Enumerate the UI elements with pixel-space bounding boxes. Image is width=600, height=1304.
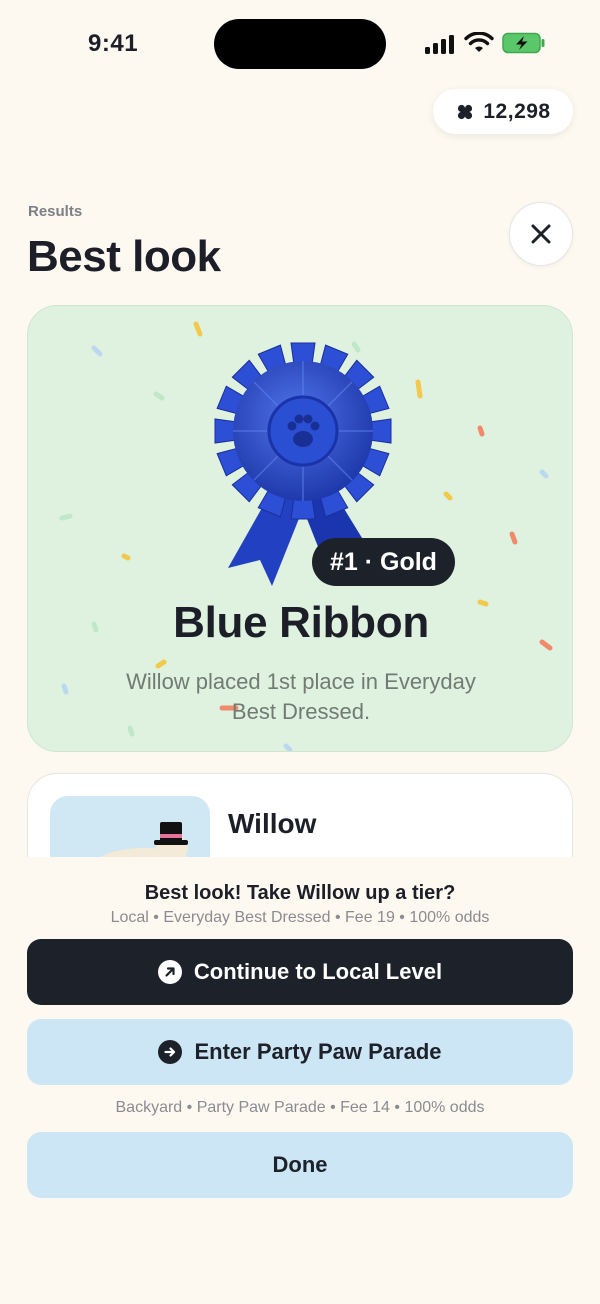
dynamic-island <box>214 19 386 69</box>
status-bar: 9:41 <box>0 0 600 90</box>
results-eyebrow: Results <box>28 203 83 220</box>
rank-badge: #1 · Gold <box>312 538 455 586</box>
done-button-label: Done <box>272 1152 328 1177</box>
pet-name: Willow <box>228 808 317 839</box>
coin-amount: 12,298 <box>483 99 551 123</box>
battery-charging-icon <box>502 32 545 54</box>
award-description: Willow placed 1st place in Everyday Best… <box>126 669 476 724</box>
enter-party-paw-parade-button[interactable]: Enter Party Paw Parade <box>27 1019 573 1085</box>
award-card: #1 · Gold Blue Ribbon Willow placed 1st … <box>27 305 573 752</box>
close-icon <box>531 224 551 244</box>
page-title: Best look <box>27 232 221 281</box>
continue-to-local-level-button[interactable]: Continue to Local Level <box>27 939 573 1005</box>
coin-balance-pill[interactable]: 12,298 <box>433 89 573 134</box>
bottom-action-sheet: Best look! Take Willow up a tier? Local … <box>0 857 600 1304</box>
done-button[interactable]: Done <box>27 1132 573 1198</box>
enter-button-label: Enter Party Paw Parade <box>194 1039 442 1064</box>
close-button[interactable] <box>509 202 573 266</box>
continue-button-label: Continue to Local Level <box>193 959 443 984</box>
prompt-meta: Local • Everyday Best Dressed • Fee 19 •… <box>110 909 490 926</box>
award-title: Blue Ribbon <box>173 598 429 647</box>
wifi-icon <box>464 32 494 52</box>
status-time: 9:41 <box>88 30 139 57</box>
enter-event-meta: Backyard • Party Paw Parade • Fee 14 • 1… <box>115 1099 485 1116</box>
arrow-up-right-icon <box>157 960 182 984</box>
prompt-title: Best look! Take Willow up a tier? <box>144 882 456 904</box>
arrow-right-icon <box>158 1040 183 1064</box>
cellular-signal-icon <box>425 34 457 54</box>
paw-coin-icon <box>458 104 473 119</box>
